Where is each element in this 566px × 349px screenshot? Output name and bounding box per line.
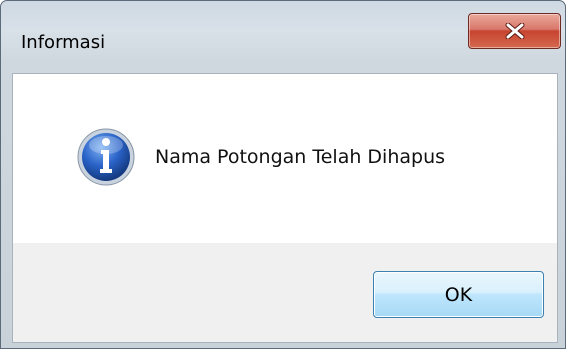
- close-icon: [505, 23, 524, 39]
- dialog-title: Informasi: [21, 32, 106, 53]
- close-button[interactable]: [468, 13, 561, 49]
- message-text: Nama Potongan Telah Dihapus: [155, 146, 446, 168]
- message-area: Nama Potongan Telah Dihapus: [12, 73, 558, 244]
- dialog-window: Informasi Nama Potongan Telah Dihapus OK: [0, 0, 566, 349]
- button-bar: OK: [12, 243, 558, 343]
- information-icon: [77, 128, 135, 186]
- title-bar[interactable]: Informasi: [1, 1, 565, 73]
- ok-button[interactable]: OK: [373, 271, 544, 318]
